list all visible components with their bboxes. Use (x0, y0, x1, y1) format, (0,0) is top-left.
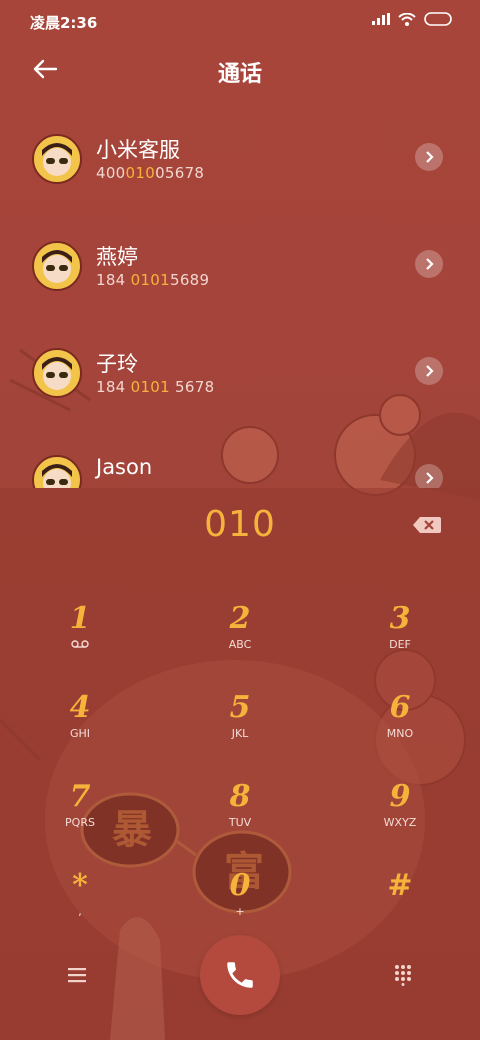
key-digit: 1 (69, 601, 91, 636)
key-digit: 3 (389, 601, 411, 636)
key-4[interactable]: 4 GHI (20, 691, 140, 761)
backspace-button[interactable] (412, 515, 442, 539)
key-digit: 2 (229, 601, 251, 636)
status-icons (372, 12, 454, 26)
hamburger-icon (68, 968, 86, 983)
key-6[interactable]: 6 MNO (340, 691, 460, 761)
key-7[interactable]: 7 PQRS (20, 780, 140, 850)
contact-item[interactable]: 子玲 184 0101 5678 (0, 324, 480, 420)
key-letters: MNO (386, 727, 414, 740)
avatar (32, 455, 82, 488)
contact-detail-button[interactable] (415, 143, 443, 171)
voicemail-icon (20, 638, 140, 651)
chevron-right-icon (426, 365, 434, 377)
contact-item[interactable]: 燕婷 184 01015689 (0, 217, 480, 313)
contact-detail-button[interactable] (415, 250, 443, 278)
avatar (32, 134, 82, 184)
contact-detail-button[interactable] (415, 464, 443, 488)
key-digit: * (72, 868, 88, 903)
contact-name: 子玲 (96, 352, 138, 376)
contact-name: Jason (96, 455, 153, 479)
contact-number: 184 01015689 (96, 271, 210, 289)
key-letters: JKL (231, 727, 249, 740)
key-digit: 6 (389, 690, 411, 725)
key-5[interactable]: 5 JKL (180, 691, 300, 761)
key-1[interactable]: 1 (20, 602, 140, 672)
battery-icon (424, 12, 452, 26)
key-digit: 0 (229, 868, 251, 903)
signal-icon (372, 13, 390, 25)
menu-button[interactable] (62, 960, 92, 990)
key-letters: TUV (228, 816, 252, 829)
key-0[interactable]: 0 + (180, 869, 300, 939)
contact-detail-button[interactable] (415, 357, 443, 385)
status-time: 凌晨2:36 (30, 14, 98, 32)
key-digit: 5 (229, 690, 251, 725)
dialed-number: 010 (204, 504, 276, 545)
contact-number: 184 0101 5678 (96, 378, 215, 396)
wifi-icon (398, 12, 416, 26)
key-3[interactable]: 3 DEF (340, 602, 460, 672)
chevron-right-icon (426, 258, 434, 270)
page-title: 通话 (217, 62, 262, 87)
key-digit: 7 (69, 779, 91, 814)
contact-number: 40001005678 (96, 164, 205, 182)
contact-name: 燕婷 (96, 245, 138, 269)
key-letters: WXYZ (383, 816, 417, 829)
key-letters: DEF (389, 638, 411, 651)
contact-item[interactable]: Jason 184 0101 0000 (0, 431, 480, 488)
key-8[interactable]: 8 TUV (180, 780, 300, 850)
key-hash[interactable]: # (340, 869, 460, 939)
key-digit: # (387, 868, 413, 903)
phone-icon (227, 962, 253, 988)
backspace-icon (413, 517, 441, 533)
key-2[interactable]: 2 ABC (180, 602, 300, 672)
avatar (32, 241, 82, 291)
key-9[interactable]: 9 WXYZ (340, 780, 460, 850)
key-letters: , (78, 905, 82, 918)
key-digit: 9 (389, 779, 411, 814)
contact-list: 小米客服 40001005678 燕婷 184 01015689 子玲 184 … (0, 110, 480, 488)
key-star[interactable]: * , (20, 869, 140, 939)
chevron-right-icon (426, 472, 434, 484)
contact-name: 小米客服 (96, 138, 180, 162)
dialpad-icon (395, 965, 411, 986)
key-letters: + (235, 905, 245, 918)
key-letters: ABC (228, 638, 252, 651)
key-letters: PQRS (65, 816, 95, 829)
status-bar: 凌晨2:36 (0, 0, 480, 40)
key-letters: GHI (69, 727, 91, 740)
key-digit: 4 (69, 690, 91, 725)
contact-item[interactable]: 小米客服 40001005678 (0, 110, 480, 206)
avatar (32, 348, 82, 398)
call-button[interactable] (200, 935, 280, 1015)
chevron-right-icon (426, 151, 434, 163)
keypad-toggle-button[interactable] (388, 960, 418, 990)
key-digit: 8 (229, 779, 251, 814)
